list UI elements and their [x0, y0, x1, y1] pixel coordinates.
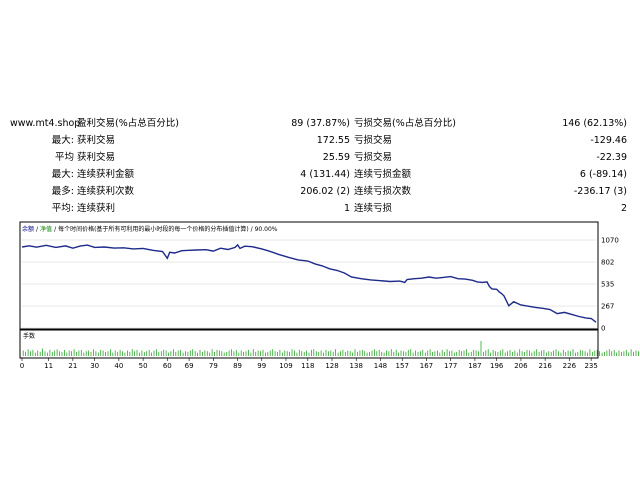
y-tick-label-3: 802 — [601, 259, 614, 267]
stat-label: 平均 — [54, 152, 74, 163]
stat-name-left: 获利交易 — [77, 135, 116, 146]
stats-row-win-loss: www.mt4.shop 盈利交易(%占总百分比) 89 (37.87%) 亏损… — [0, 116, 640, 132]
stat-value-left: 172.55 — [316, 135, 350, 146]
x-tick-label-16: 157 — [396, 362, 409, 370]
trade-statistics: www.mt4.shop 盈利交易(%占总百分比) 89 (37.87%) 亏损… — [0, 116, 640, 220]
stat-value-right: 6 (-89.14) — [579, 169, 627, 180]
stat-value-right: 146 (62.13%) — [562, 118, 627, 129]
price-panel-frame — [19, 221, 599, 330]
x-tick-label-11: 109 — [279, 362, 292, 370]
legend-equity: 净值 — [40, 226, 53, 233]
x-tick-label-2: 21 — [68, 362, 77, 370]
stat-value-right: -236.17 (3) — [573, 186, 627, 197]
stat-name-left: 获利交易 — [77, 152, 116, 163]
stat-label: 最大: — [51, 169, 74, 180]
x-tick-label-4: 40 — [114, 362, 123, 370]
stats-row-avg-trade: 平均 获利交易 25.59 亏损交易 -22.39 — [0, 150, 640, 166]
chart-legend: 余额 / 净值 / 每个时间价格(基于所有可利用的最小时段的每一个价格的分布插值计算) … — [22, 226, 278, 233]
x-tick-label-3: 30 — [90, 362, 99, 370]
x-tick-label-23: 226 — [563, 362, 577, 370]
stat-value-left: 1 — [343, 203, 350, 214]
x-tick-label-12: 118 — [301, 362, 314, 370]
x-tick-label-5: 50 — [139, 362, 148, 370]
x-axis: 0 11 21 30 40 50 60 69 79 89 99 109 118 128 138 148 157 1… — [20, 358, 598, 370]
stat-value-left: 4 (131.44) — [300, 169, 350, 180]
stat-value-left: 25.59 — [322, 152, 350, 163]
y-axis: 0 267 535 802 1070 — [601, 237, 619, 333]
stat-value-right: 2 — [620, 203, 627, 214]
stats-row-max-trade: 最大: 获利交易 172.55 亏损交易 -129.46 — [0, 133, 640, 149]
stat-label: 最大: — [51, 135, 74, 146]
x-tick-label-8: 79 — [209, 362, 218, 370]
stats-row-max-consecutive-amount: 最大: 连续获利金额 4 (131.44) 连续亏损金额 6 (-89.14) — [0, 167, 640, 183]
stat-value-left: 206.02 (2) — [300, 186, 350, 197]
stat-value-right: -22.39 — [596, 152, 627, 163]
x-tick-label-24: 235 — [584, 362, 597, 370]
site-watermark: www.mt4.shop — [10, 118, 81, 129]
x-tick-label-20: 196 — [490, 362, 504, 370]
x-tick-label-6: 60 — [163, 362, 172, 370]
y-tick-label-0: 0 — [601, 325, 605, 333]
y-tick-label-2: 535 — [601, 281, 614, 289]
x-tick-label-9: 89 — [233, 362, 242, 370]
stats-row-avg-consecutive: 平均: 连续获利 1 连续亏损 2 — [0, 201, 640, 217]
legend-description: 每个时间价格(基于所有可利用的最小时段的每一个价格的分布插值计算) / 90.0… — [58, 226, 278, 233]
x-tick-label-13: 128 — [325, 362, 338, 370]
y-tick-label-1: 267 — [601, 303, 614, 311]
x-tick-label-18: 177 — [444, 362, 457, 370]
volume-label: 手数 — [23, 333, 36, 340]
x-tick-label-15: 148 — [374, 362, 387, 370]
y-tick-label-4: 1070 — [601, 237, 619, 245]
stat-label: 平均: — [51, 203, 74, 214]
stat-value-left: 89 (37.87%) — [291, 118, 350, 129]
stat-name-left: 盈利交易(%占总百分比) — [77, 118, 179, 129]
x-tick-label-19: 187 — [468, 362, 481, 370]
stat-name-left: 连续获利金额 — [77, 169, 135, 180]
x-tick-label-0: 0 — [20, 362, 24, 370]
x-tick-label-14: 138 — [350, 362, 363, 370]
balance-chart: 0 267 535 802 1070 0 11 21 30 40 50 60 69 79 89 99 109 1… — [19, 221, 639, 370]
stat-label: 最多: — [51, 186, 74, 197]
stat-name-left: 连续获利 — [77, 203, 116, 214]
x-tick-label-22: 216 — [538, 362, 552, 370]
stats-row-max-consecutive-count: 最多: 连续获利次数 206.02 (2) 连续亏损次数 -236.17 (3) — [0, 184, 640, 200]
legend-balance: 余额 — [22, 226, 35, 233]
x-tick-label-21: 206 — [514, 362, 528, 370]
x-tick-label-7: 69 — [185, 362, 194, 370]
stat-value-right: -129.46 — [590, 135, 627, 146]
x-tick-label-1: 11 — [44, 362, 53, 370]
x-tick-label-10: 99 — [257, 362, 266, 370]
x-tick-label-17: 167 — [420, 362, 433, 370]
stat-name-left: 连续获利次数 — [77, 186, 135, 197]
